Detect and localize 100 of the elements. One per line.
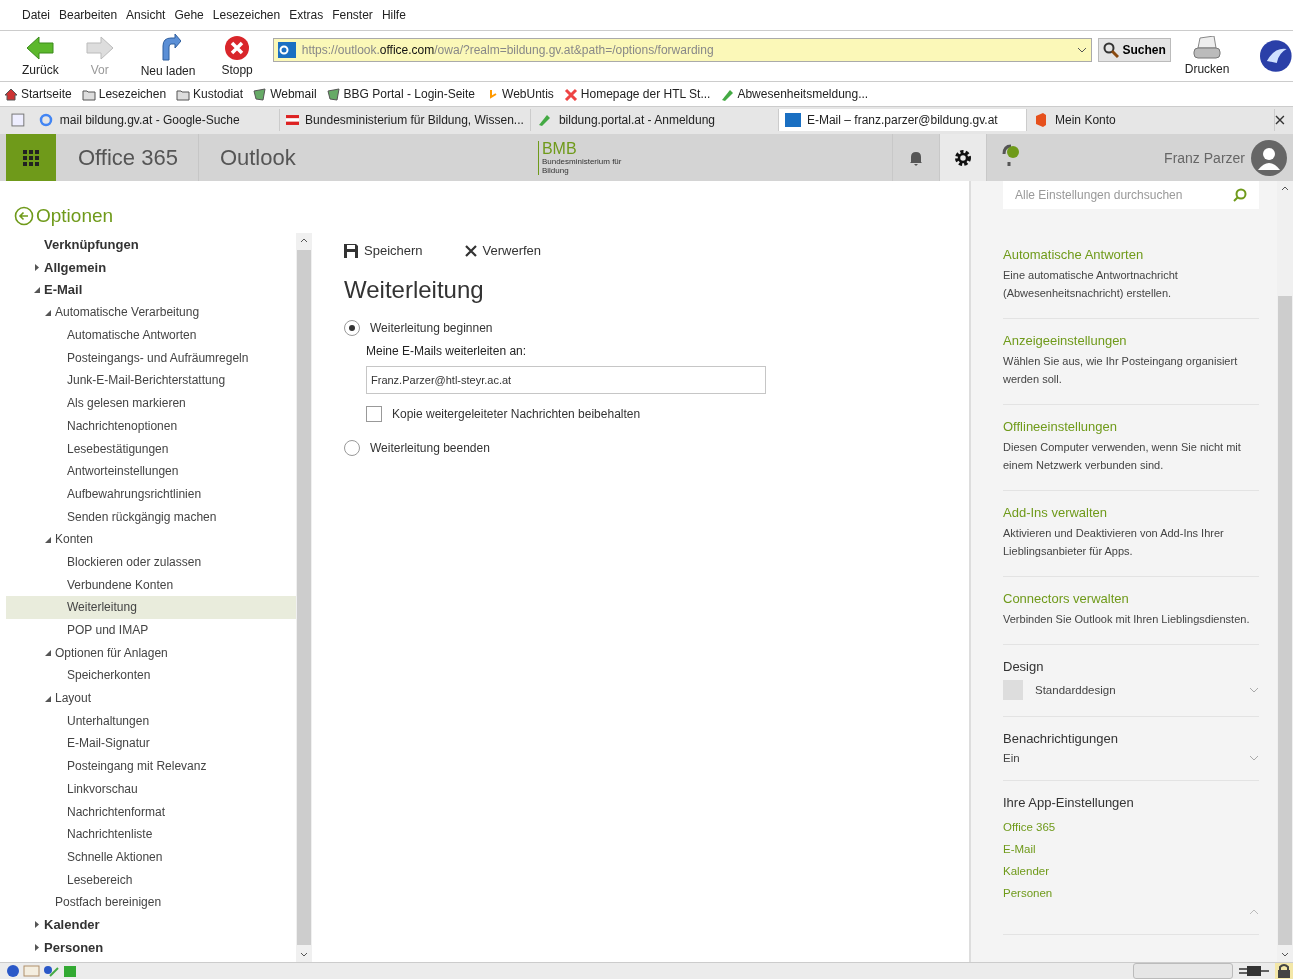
scroll-up-icon[interactable] (1281, 186, 1289, 191)
nav-item[interactable]: Layout (6, 686, 296, 710)
browser-tab[interactable]: E-Mail – franz.parzer@bildung.gv.at (778, 109, 1028, 131)
bookmark-link[interactable]: Startseite (4, 87, 72, 101)
bookmark-link[interactable]: BBG Portal - Login-Seite (326, 87, 475, 101)
theme-dropdown[interactable]: Standarddesign (1003, 680, 1259, 700)
nav-item[interactable]: Allgemein (6, 255, 296, 279)
menu-item[interactable]: Lesezeichen (212, 8, 281, 22)
nav-item[interactable]: Blockieren oder zulassen (6, 550, 296, 574)
email-input-field[interactable]: Franz.Parzer@htl-steyr.ac.at (366, 366, 766, 394)
nav-item[interactable]: Linkvorschau (6, 777, 296, 801)
nav-item[interactable]: Nachrichtenformat (6, 800, 296, 823)
nav-item[interactable]: Verbundene Konten (6, 573, 296, 596)
notifications-dropdown[interactable]: Ein (1003, 752, 1259, 764)
nav-item[interactable]: Posteingang mit Relevanz (6, 754, 296, 778)
save-button[interactable]: Speichern (344, 243, 423, 258)
nav-item[interactable]: Schnelle Aktionen (6, 845, 296, 869)
nav-item[interactable]: Automatische Antworten (6, 323, 296, 347)
toolbar-button[interactable]: Zurück (12, 35, 69, 77)
scrollbar[interactable] (296, 233, 312, 962)
nav-item[interactable]: Posteingangs- und Aufräumregeln (6, 346, 296, 370)
nav-item[interactable]: Nachrichtenoptionen (6, 414, 296, 438)
menu-item[interactable]: Extras (289, 8, 324, 22)
bookmark-link[interactable]: WebUntis (485, 87, 554, 101)
menu-item[interactable]: Fenster (332, 8, 373, 22)
menu-item[interactable]: Bearbeiten (59, 8, 118, 22)
nav-item[interactable]: Als gelesen markieren (6, 391, 296, 415)
nav-item[interactable]: Konten (6, 527, 296, 551)
discard-button[interactable]: Verwerfen (464, 243, 542, 258)
bookmark-link[interactable]: Kustodiat (176, 87, 244, 101)
nav-item[interactable]: Lesebereich (6, 868, 296, 891)
bookmark-link[interactable]: Homepage der HTL St... (563, 87, 711, 101)
nav-item[interactable]: Personen (6, 936, 296, 959)
search-button[interactable]: Suchen (1098, 38, 1171, 62)
browser-logo-icon (1259, 39, 1293, 73)
nav-item[interactable]: POP und IMAP (6, 618, 296, 642)
nav-item[interactable]: Kalender (6, 913, 296, 937)
page-title: Weiterleitung (344, 276, 485, 304)
radio-option[interactable]: Weiterleitung beenden (344, 440, 969, 456)
caret-right-icon (34, 921, 40, 929)
forward-arrow-icon (84, 35, 115, 61)
avatar-icon[interactable] (1251, 139, 1287, 176)
nav-item[interactable]: Postfach bereinigen (6, 890, 296, 914)
caret-down-icon (45, 649, 51, 657)
print-button[interactable]: Drucken (1176, 36, 1246, 76)
nav-item[interactable]: Antworteinstellungen (6, 459, 296, 483)
nav-item[interactable]: Automatische Verarbeitung (6, 301, 296, 324)
nav-item[interactable]: Speicherkonten (6, 664, 296, 687)
app-title[interactable]: Outlook (198, 144, 538, 171)
nav-item[interactable]: Senden rückgängig machen (6, 505, 296, 528)
address-field[interactable]: https://outlook.office.com/owa/?realm=bildung.gv.at&path=/options/forwarding (272, 38, 1093, 62)
printer-icon (1192, 36, 1223, 60)
bookmark-link[interactable]: Lesezeichen (81, 87, 167, 101)
scroll-down-icon[interactable] (300, 952, 308, 957)
bookmark-link[interactable]: Abwesenheitsmeldung... (720, 87, 869, 101)
scrollbar[interactable] (1277, 181, 1293, 962)
menu-item[interactable]: Gehe (174, 8, 204, 22)
nav-item[interactable]: Weiterleitung (6, 596, 296, 619)
bell-icon (908, 149, 923, 166)
nav-item[interactable]: Unterhaltungen (6, 709, 296, 733)
menu-item[interactable]: Hilfe (381, 8, 406, 22)
tab-favicon-icon (285, 113, 300, 127)
folder-icon (176, 87, 191, 101)
nav-item[interactable]: Nachrichtenliste (6, 822, 296, 846)
nav-item[interactable]: Verknüpfungen (6, 233, 296, 256)
user-name[interactable]: Franz Parzer (1164, 149, 1251, 166)
nav-item[interactable]: Aufbewahrungsrichtlinien (6, 482, 296, 506)
radio-option[interactable]: Weiterleitung beginnen (344, 320, 969, 336)
caret-right-icon (34, 263, 40, 271)
toolbar-button[interactable]: Stopp (211, 35, 263, 77)
logo-subtitle: Bundesministerium für Bildung (541, 156, 622, 175)
close-icon[interactable] (1275, 115, 1285, 125)
menu-item[interactable]: Ansicht (126, 8, 166, 22)
caret-down-icon (34, 286, 40, 294)
header-button[interactable] (938, 134, 986, 181)
section-heading: Design (1003, 659, 1045, 674)
close-icon (464, 244, 477, 257)
nav-item[interactable]: E-Mail-Signatur (6, 732, 296, 755)
toolbar-button[interactable]: Neu laden (130, 34, 206, 78)
menu-item[interactable]: Datei (22, 8, 50, 22)
checkbox-option[interactable]: Kopie weitergeleiteter Nachrichten beibehalten (366, 406, 969, 422)
bookmark-link[interactable]: Webmail (253, 87, 317, 101)
dropdown-chevron-icon[interactable] (1077, 47, 1088, 53)
app-launcher-button[interactable] (6, 134, 56, 181)
tab-favicon-icon (536, 113, 553, 127)
tab-favicon-icon (784, 113, 801, 127)
nav-item[interactable]: Lesebestätigungen (6, 437, 296, 460)
scroll-up-icon[interactable] (300, 238, 308, 243)
lock-icon (1275, 963, 1293, 979)
settings-description: Aktivieren und Deaktivieren von Add-Ins Ihrer Lieblingsanbieter für Apps. (1003, 526, 1225, 559)
scroll-down-icon[interactable] (1281, 952, 1289, 957)
bookmark-icon (563, 87, 578, 101)
nav-item[interactable]: Optionen für Anlagen (6, 641, 296, 665)
settings-description: Diesen Computer verwenden, wenn Sie nicht mit einem Netzwerk verbunden sind. (1003, 440, 1242, 473)
caret-down-icon (45, 694, 51, 702)
status-icons-drawing[interactable] (6, 964, 78, 978)
tab-favicon-icon (37, 113, 54, 127)
nav-item[interactable]: Junk-E-Mail-Berichterstattung (6, 369, 296, 392)
checkbox[interactable] (366, 406, 382, 422)
nav-item[interactable]: E-Mail (6, 278, 296, 302)
